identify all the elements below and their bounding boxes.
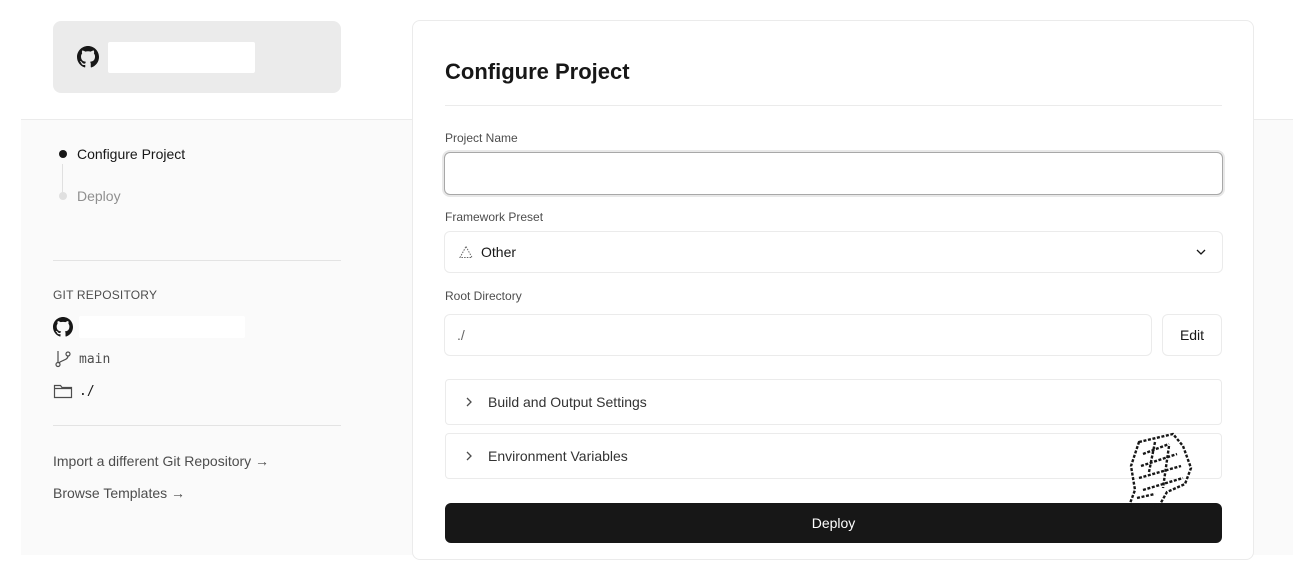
chevron-right-icon	[462, 449, 476, 463]
import-repository-link[interactable]: Import a different Git Repository →	[53, 453, 269, 469]
framework-selected-value: Other	[481, 244, 517, 260]
github-icon	[53, 317, 73, 337]
chevron-down-icon	[1196, 249, 1206, 255]
root-directory-label: Root Directory	[445, 289, 522, 303]
github-icon	[77, 46, 99, 68]
repository-name	[108, 42, 255, 73]
step-active-dot	[59, 150, 67, 158]
environment-variables-toggle[interactable]: Environment Variables	[445, 433, 1222, 479]
root-directory-input[interactable]: ./	[444, 314, 1152, 356]
git-branch-icon	[53, 349, 73, 369]
framework-preset-select[interactable]: Other	[444, 231, 1223, 273]
edit-root-directory-button[interactable]: Edit	[1162, 314, 1222, 356]
sidebar-divider	[53, 425, 341, 426]
git-directory-path: ./	[79, 383, 95, 399]
project-name-label: Project Name	[445, 131, 518, 145]
step-configure-project: Configure Project	[53, 140, 341, 168]
mascot-illustration	[1127, 432, 1193, 508]
accordion-label: Build and Output Settings	[488, 394, 647, 410]
step-label: Deploy	[77, 188, 121, 204]
project-name-input[interactable]	[444, 152, 1223, 195]
folder-icon	[53, 381, 73, 401]
git-repo-name[interactable]	[79, 316, 245, 338]
sidebar-divider	[53, 260, 341, 261]
title-divider	[445, 105, 1222, 106]
git-repo-row	[53, 316, 245, 338]
page-title: Configure Project	[445, 59, 630, 84]
git-branch-name: main	[79, 351, 111, 367]
framework-other-icon	[459, 245, 473, 259]
step-inactive-dot	[59, 192, 67, 200]
step-deploy: Deploy	[53, 182, 341, 210]
git-branch-row: main	[53, 348, 110, 370]
chevron-right-icon	[462, 395, 476, 409]
step-label: Configure Project	[77, 146, 186, 162]
build-output-settings-toggle[interactable]: Build and Output Settings	[445, 379, 1222, 425]
framework-preset-label: Framework Preset	[445, 210, 544, 224]
git-repository-heading: GIT REPOSITORY	[53, 288, 158, 302]
deploy-button[interactable]: Deploy	[445, 503, 1222, 543]
progress-steps: Configure Project Deploy	[53, 140, 341, 210]
accordion-label: Environment Variables	[488, 448, 628, 464]
repository-card	[53, 21, 341, 93]
git-directory-row: ./	[53, 380, 95, 402]
browse-templates-link[interactable]: Browse Templates →	[53, 485, 185, 501]
